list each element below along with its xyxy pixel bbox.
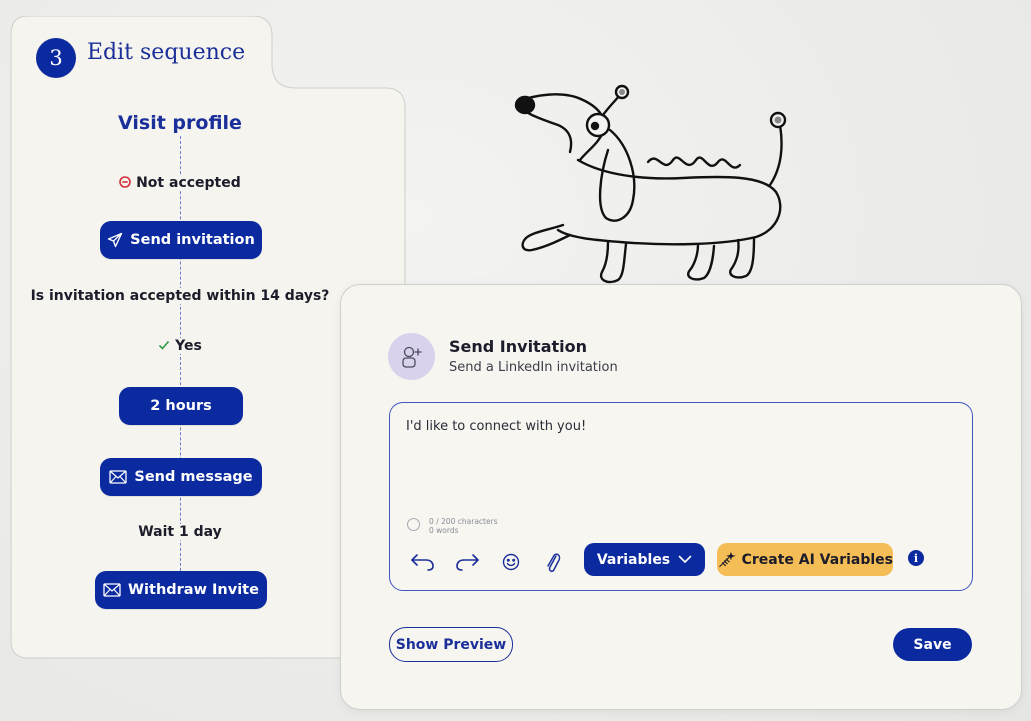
create-ai-variables-button[interactable]: Create AI Variables (717, 543, 893, 576)
smiley-icon (502, 553, 520, 571)
page-title: Edit sequence (87, 40, 246, 65)
redo-button[interactable] (454, 549, 480, 575)
step-withdraw-invite[interactable]: Withdraw Invite (95, 571, 267, 609)
add-person-icon (401, 346, 422, 368)
check-icon (159, 340, 170, 350)
step-visit-profile[interactable]: Visit profile (10, 112, 350, 134)
condition-not-accepted: Not accepted (10, 175, 350, 191)
message-editor[interactable]: I'd like to connect with you! 0 / 200 ch… (389, 402, 973, 591)
avatar (388, 333, 435, 380)
envelope-icon (103, 583, 121, 597)
card-subtitle: Send a LinkedIn invitation (449, 360, 618, 375)
flow-connector (180, 136, 181, 591)
step-number-badge: 3 (36, 38, 76, 78)
condition-question: Is invitation accepted within 14 days? (10, 288, 350, 304)
step-delay-2-hours[interactable]: 2 hours (119, 387, 243, 425)
send-invitation-card: Send Invitation Send a LinkedIn invitati… (340, 284, 1022, 710)
card-title: Send Invitation (449, 337, 588, 356)
undo-button[interactable] (410, 549, 436, 575)
message-text[interactable]: I'd like to connect with you! (406, 419, 586, 434)
show-preview-button[interactable]: Show Preview (389, 627, 513, 662)
emoji-button[interactable] (498, 549, 524, 575)
character-count: 0 / 200 characters (429, 517, 498, 526)
step-send-message[interactable]: Send message (100, 458, 262, 496)
envelope-icon (109, 470, 128, 484)
paperclip-icon (547, 553, 561, 572)
attach-button[interactable] (540, 549, 566, 575)
variables-dropdown[interactable]: Variables (584, 543, 705, 576)
word-count: 0 words (429, 526, 459, 535)
info-icon[interactable]: i (908, 550, 924, 566)
redo-icon (456, 554, 479, 571)
step-send-invitation[interactable]: Send invitation (100, 221, 262, 259)
save-button[interactable]: Save (893, 628, 972, 661)
chevron-down-icon (678, 555, 692, 563)
character-counter-ring (407, 518, 420, 531)
paper-plane-icon (107, 232, 123, 248)
undo-icon (411, 554, 434, 571)
step-wait-1-day: Wait 1 day (10, 524, 350, 540)
minus-circle-icon (119, 176, 132, 188)
sparkle-wand-icon (719, 551, 736, 567)
dachshund-illustration (514, 84, 787, 284)
condition-yes: Yes (10, 338, 350, 354)
